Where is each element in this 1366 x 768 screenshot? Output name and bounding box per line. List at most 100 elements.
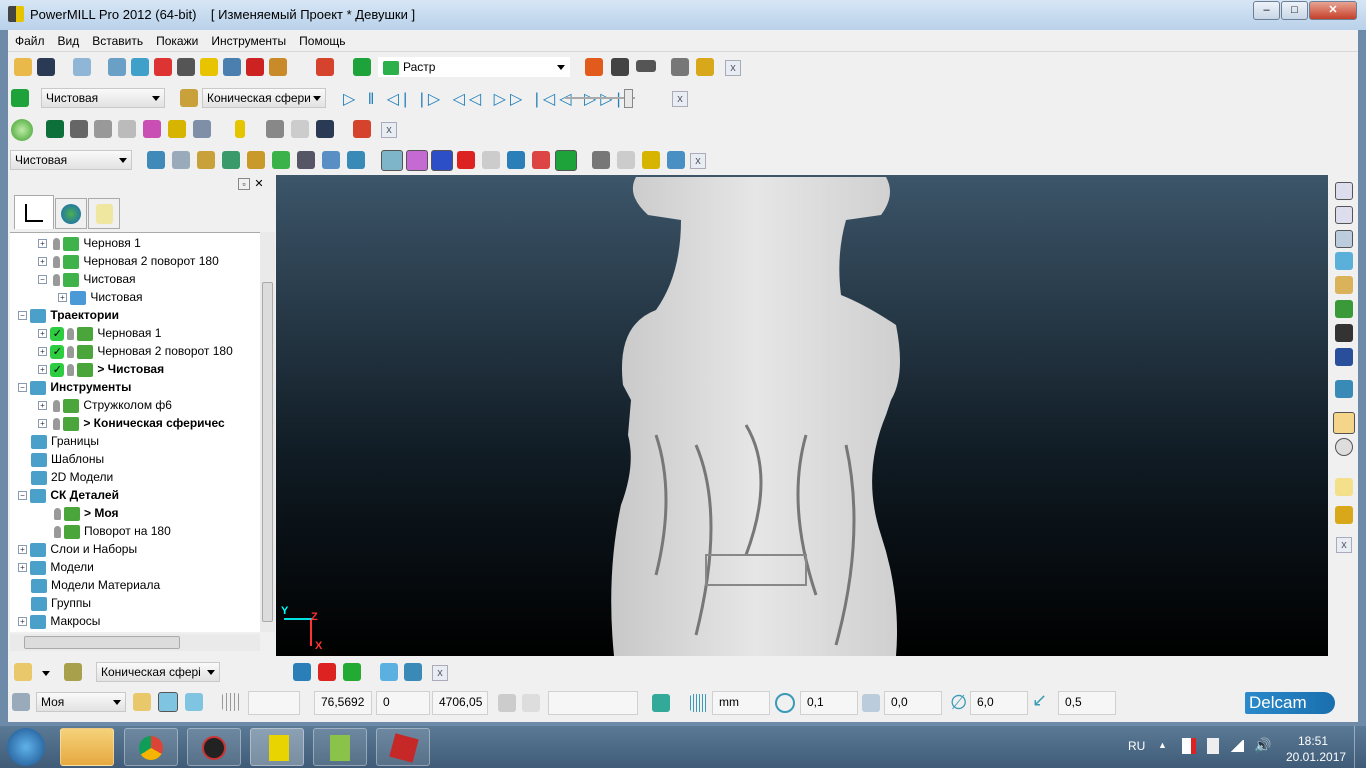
tree-vertical-scrollbar[interactable] <box>260 232 275 632</box>
pattern-icon[interactable] <box>381 150 403 171</box>
float-button[interactable]: ▫ <box>238 178 250 190</box>
network-icon[interactable] <box>1230 740 1244 752</box>
shaded-view-icon[interactable] <box>1333 412 1355 434</box>
tool-combo[interactable]: Коническая сфери <box>202 88 326 108</box>
tree-item[interactable]: + Макросы <box>18 612 100 630</box>
expand-toggle[interactable]: − <box>18 491 27 501</box>
view-top-icon[interactable] <box>1335 252 1353 270</box>
tree-item[interactable]: Поворот на 180 <box>38 522 171 540</box>
tree-item[interactable]: − Чистовая <box>38 270 136 288</box>
view-y-icon[interactable] <box>158 692 178 712</box>
workplane-create-icon[interactable] <box>293 663 311 681</box>
stock-update-icon[interactable] <box>291 120 309 138</box>
tab-resources[interactable] <box>55 198 87 229</box>
tree-item[interactable]: − Инструменты <box>18 378 131 396</box>
expand-toggle[interactable]: + <box>38 347 47 357</box>
menu-help[interactable]: Помощь <box>292 30 351 48</box>
toolpath-display-icon[interactable] <box>555 150 577 171</box>
multicolor-shade-icon[interactable] <box>143 120 161 138</box>
tree-item[interactable]: − СК Деталей <box>18 486 119 504</box>
tool-display-icon[interactable] <box>235 120 245 138</box>
boundary-edit-icon[interactable] <box>406 150 428 171</box>
maximize-button[interactable]: □ <box>1281 1 1308 20</box>
toolpath-combo[interactable]: Чистовая <box>41 88 165 108</box>
end-point-icon[interactable] <box>246 58 264 76</box>
toolbar-close-button[interactable]: x <box>690 153 706 169</box>
workplane-align-icon[interactable] <box>318 663 336 681</box>
menu-view[interactable]: Вид <box>51 30 86 48</box>
lightbulb-icon[interactable] <box>53 273 61 286</box>
copy-icon[interactable] <box>322 151 340 169</box>
tree-item[interactable]: + Модели <box>18 558 94 576</box>
exit-simulation-icon[interactable] <box>353 120 371 138</box>
menu-file[interactable]: Файл <box>8 30 51 48</box>
view-front-icon[interactable] <box>1335 206 1353 224</box>
wireframe-icon[interactable] <box>94 120 112 138</box>
points-icon[interactable] <box>457 151 475 169</box>
holder-icon[interactable] <box>64 663 82 681</box>
probe-icon[interactable] <box>532 151 550 169</box>
taskbar-notepad[interactable] <box>313 728 367 766</box>
lightbulb-icon[interactable] <box>53 417 61 430</box>
speed-slider-thumb[interactable] <box>624 89 633 108</box>
tree-horizontal-scrollbar[interactable] <box>10 634 260 651</box>
expand-toggle[interactable]: − <box>38 275 47 285</box>
edit-icon[interactable] <box>380 663 398 681</box>
toolbar-close-button[interactable]: x <box>725 60 741 76</box>
tree-item[interactable]: + Слои и Наборы <box>18 540 137 558</box>
show-hidden-icons[interactable]: ▲ <box>1158 740 1167 750</box>
axes-icon[interactable] <box>507 151 525 169</box>
volume-icon[interactable]: 🔊 <box>1254 737 1271 754</box>
refresh-icon[interactable] <box>1335 300 1353 318</box>
tool-create-icon[interactable] <box>14 663 32 681</box>
toolbar-close-button[interactable]: x <box>381 122 397 138</box>
expand-toggle[interactable]: + <box>38 329 47 339</box>
calculator-icon[interactable] <box>611 58 629 76</box>
clock-time[interactable]: 18:51 <box>1298 734 1328 748</box>
strategy-combo[interactable]: Растр <box>378 57 570 77</box>
tab-recycle-bin[interactable] <box>88 198 120 229</box>
view-iso-icon[interactable] <box>1335 182 1353 200</box>
plain-shade-icon[interactable] <box>118 120 136 138</box>
menu-insert[interactable]: Вставить <box>85 30 149 48</box>
view-x-icon[interactable] <box>133 693 151 711</box>
list-icon[interactable] <box>297 151 315 169</box>
cycle-icon[interactable] <box>222 151 240 169</box>
lightbulb-icon[interactable] <box>67 327 75 340</box>
dropdown-arrow-icon[interactable] <box>42 671 50 680</box>
tree-item[interactable]: + Чистовая <box>58 288 143 306</box>
print-icon[interactable] <box>73 58 91 76</box>
thickness-field[interactable]: 0,0 <box>884 691 942 715</box>
tolerance-field[interactable]: 0,1 <box>800 691 858 715</box>
expand-toggle[interactable]: + <box>58 293 67 303</box>
taskbar-powermill[interactable] <box>250 728 304 766</box>
expand-toggle[interactable]: + <box>38 419 47 429</box>
minimize-button[interactable]: – <box>1253 1 1280 20</box>
nc-program-icon[interactable] <box>272 151 290 169</box>
model-icon[interactable] <box>46 120 64 138</box>
toolbar-close-button[interactable]: x <box>672 91 688 107</box>
lightbulb-icon[interactable] <box>54 525 61 538</box>
expand-toggle[interactable]: + <box>38 365 47 375</box>
grid-field[interactable] <box>248 691 300 715</box>
expand-toggle[interactable]: + <box>18 545 27 555</box>
move-icon[interactable] <box>247 151 265 169</box>
grid-icon[interactable] <box>222 693 240 711</box>
select-icon[interactable] <box>1335 478 1353 496</box>
tool-icon[interactable] <box>177 58 195 76</box>
taskbar-explorer[interactable] <box>60 728 114 766</box>
tree-item[interactable]: 2D Модели <box>18 468 113 486</box>
tree-item[interactable]: + > Коническая сферичес <box>38 414 225 432</box>
tree-item[interactable]: + ✓ > Чистовая <box>38 360 164 378</box>
show-desktop-button[interactable] <box>1354 726 1366 768</box>
clock-date[interactable]: 20.01.2017 <box>1286 750 1346 764</box>
tree-item[interactable]: Модели Материала <box>18 576 160 594</box>
feeds-speeds-icon[interactable] <box>154 58 172 76</box>
expand-toggle[interactable]: − <box>18 311 27 321</box>
taskbar-chrome[interactable] <box>124 728 178 766</box>
collision-check-icon[interactable] <box>585 58 603 76</box>
light-icon[interactable] <box>617 151 635 169</box>
power-icon[interactable] <box>1207 738 1219 754</box>
tool-gauge-icon[interactable] <box>642 151 660 169</box>
stepover-field[interactable]: 0,5 <box>1058 691 1116 715</box>
